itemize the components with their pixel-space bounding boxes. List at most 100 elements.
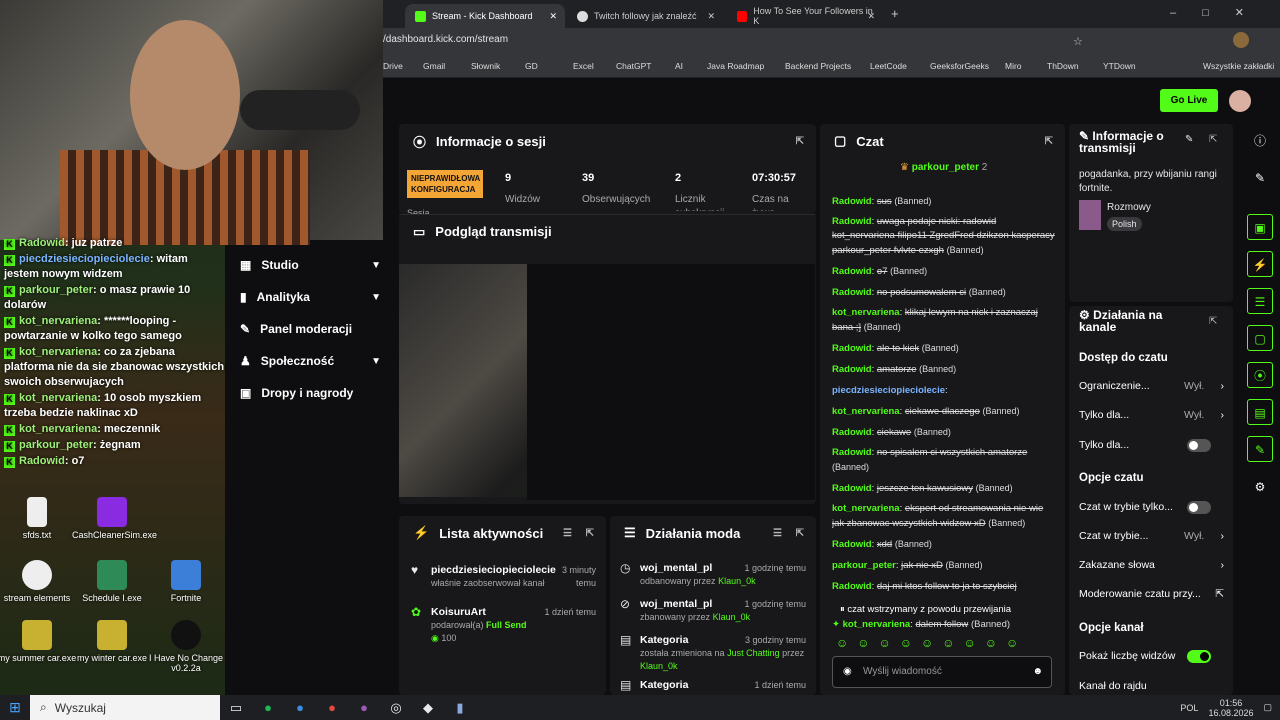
bookmark-item[interactable]: YTDown: [1103, 61, 1136, 71]
chevron-down-icon: ▼: [371, 259, 381, 271]
chevron-right-icon: ›: [1220, 530, 1225, 542]
spotify-icon[interactable]: ●: [252, 700, 284, 715]
bookmark-item[interactable]: AI: [675, 61, 683, 71]
address-bar[interactable]: /dashboard.kick.com/stream ☆: [383, 28, 1280, 56]
notification-icon[interactable]: ▢: [1263, 702, 1272, 713]
close-icon[interactable]: ✕: [707, 11, 715, 22]
bookmark-item[interactable]: GeeksforGeeks: [930, 61, 989, 71]
desktop-icon-fortnite[interactable]: Fortnite: [146, 560, 226, 603]
desktop-icon-summer-car[interactable]: my summer car.exe: [0, 620, 77, 663]
windows-taskbar: ⊞ ⌕ Wyszukaj ▭ ● ● ● ● ◎ ◆ ▮ POL 01:56 16.…: [0, 695, 1280, 720]
chrome-icon[interactable]: ●: [316, 700, 348, 715]
nav-dropy[interactable]: ▣ Dropy i nagrody: [240, 383, 385, 403]
close-icon[interactable]: ✕: [867, 11, 875, 22]
chat-paused-banner[interactable]: ⏸ czat wstrzymany z powodu przewijania: [840, 604, 1060, 615]
windows-start-icon[interactable]: ⊞: [0, 699, 30, 716]
setting-row[interactable]: Tylko dla... Wył. ›: [1079, 409, 1224, 421]
app-icon[interactable]: ●: [348, 700, 380, 715]
desktop-icon-winter-car[interactable]: my winter car.exe: [72, 620, 152, 663]
setting-row[interactable]: Moderowanie czatu przy... ⇱: [1079, 588, 1224, 600]
tab-how-to-see[interactable]: How To See Your Followers in K ✕: [727, 4, 883, 28]
status-badge: NIEPRAWIDŁOWA KONFIGURACJA: [407, 170, 483, 198]
tab-kick-dashboard[interactable]: Stream - Kick Dashboard ✕: [405, 4, 565, 28]
chat-input[interactable]: Wyślij wiadomość ◉ ☻: [832, 656, 1052, 688]
bookmark-item[interactable]: ChatGPT: [616, 61, 651, 71]
url-text[interactable]: /dashboard.kick.com/stream: [383, 34, 508, 45]
setting-row[interactable]: Zakazane słowa ›: [1079, 559, 1224, 571]
profile-icon[interactable]: [1233, 32, 1249, 48]
expand-icon[interactable]: ⇱: [796, 528, 804, 539]
panel-title: Informacje o sesji: [436, 133, 546, 149]
desktop-icon-schedule[interactable]: Schedule I.exe: [72, 560, 152, 603]
chat-icon[interactable]: ▢: [1247, 325, 1273, 351]
broadcast-icon[interactable]: ⦿: [1247, 362, 1273, 388]
expand-icon[interactable]: ⇱: [1209, 134, 1217, 145]
bookmark-item[interactable]: LeetCode: [870, 61, 907, 71]
expand-icon[interactable]: ⇱: [796, 136, 804, 147]
chat-panel: ▢ Czat ⇱ ♛ parkour_peter 2 Radowid: sus (B…: [820, 124, 1065, 695]
edge-icon[interactable]: ●: [284, 700, 316, 715]
toggle-switch[interactable]: [1187, 650, 1211, 663]
bolt-icon[interactable]: ⚡: [1247, 251, 1273, 277]
bookmark-all[interactable]: Wszystkie zakładki: [1203, 61, 1274, 71]
setting-row[interactable]: Ograniczenie... Wył. ›: [1079, 380, 1224, 392]
bookmark-item[interactable]: Miro: [1005, 61, 1022, 71]
app-icon[interactable]: ▮: [444, 700, 476, 716]
obs-icon[interactable]: ◎: [380, 700, 412, 716]
pinned-user[interactable]: ♛ parkour_peter 2: [900, 162, 987, 173]
list-icon[interactable]: ☰: [1247, 288, 1273, 314]
nav-panel-moderacji[interactable]: ✎ Panel moderacji: [240, 319, 385, 339]
edit-icon[interactable]: ✎: [1185, 134, 1193, 145]
overlay-chat-line: Kkot_nervariena: 10 osob myszkiem trzeba…: [4, 392, 202, 419]
setting-row[interactable]: Kanał do rajdu: [1079, 680, 1224, 692]
close-icon[interactable]: ✕: [549, 11, 557, 22]
expand-icon[interactable]: ⇱: [1209, 316, 1217, 327]
desktop-icon-no-change[interactable]: I Have No Change v0.2.2a: [146, 620, 226, 673]
chevron-down-icon: ▼: [371, 291, 381, 303]
setting-row[interactable]: Czat w trybie... Wył. ›: [1079, 530, 1224, 542]
browser-tab-strip: Stream - Kick Dashboard ✕ Twitch followy …: [383, 0, 1280, 28]
desktop-icon-stream-elements[interactable]: stream elements: [0, 560, 77, 603]
bookmark-item[interactable]: GD: [525, 61, 538, 71]
filter-icon[interactable]: ☰: [773, 528, 782, 539]
chat-settings-icon[interactable]: ◉: [843, 657, 852, 687]
bookmark-item[interactable]: Drive: [383, 61, 403, 71]
expand-icon[interactable]: ⇱: [1045, 136, 1053, 147]
window-controls[interactable]: –□✕: [1170, 6, 1270, 19]
bookmark-item[interactable]: Słownik: [471, 61, 500, 71]
clock[interactable]: 01:56 16.08.2026: [1208, 698, 1253, 718]
new-tab-button[interactable]: +: [891, 6, 899, 21]
info-icon[interactable]: ⓘ: [1247, 128, 1273, 154]
toggle-switch[interactable]: [1187, 501, 1211, 514]
desktop-icon-sfds[interactable]: sfds.txt: [0, 497, 77, 540]
taskbar-search[interactable]: ⌕ Wyszukaj: [30, 695, 220, 720]
go-live-button[interactable]: Go Live: [1160, 89, 1218, 112]
tab-twitch-followy[interactable]: Twitch followy jak znaleźć ✕: [567, 4, 723, 28]
gear-icon[interactable]: ⚙: [1247, 474, 1273, 500]
language-indicator[interactable]: POL: [1180, 703, 1198, 713]
emote-bar[interactable]: ☺☺☺☺☺☺☺☺☺: [836, 636, 1027, 650]
app-icon[interactable]: ◆: [412, 700, 444, 716]
panels-icon[interactable]: ▤: [1247, 399, 1273, 425]
bookmark-item[interactable]: ThDown: [1047, 61, 1079, 71]
desktop-icon-cashcleaner[interactable]: CashCleanerSim.exe: [72, 497, 157, 540]
wrench-icon[interactable]: ✎: [1247, 436, 1273, 462]
video-icon[interactable]: ▣: [1247, 214, 1273, 240]
nav-analityka[interactable]: ▮ Analityka ▼: [240, 287, 385, 307]
expand-icon[interactable]: ⇱: [586, 528, 594, 539]
bookmark-item[interactable]: Java Roadmap: [707, 61, 764, 71]
bookmark-item[interactable]: Backend Projects: [785, 61, 851, 71]
filter-icon[interactable]: ☰: [563, 528, 572, 539]
bookmark-star-icon[interactable]: ☆: [1073, 35, 1083, 48]
task-view-icon[interactable]: ▭: [220, 700, 252, 716]
stream-preview-video[interactable]: [399, 264, 815, 500]
system-tray: POL 01:56 16.08.2026 ▢: [1180, 695, 1272, 720]
nav-spolecznosc[interactable]: ♟ Społeczność ▼: [240, 351, 385, 371]
nav-studio[interactable]: ▦ Studio ▼: [240, 255, 385, 275]
toggle-switch[interactable]: [1187, 439, 1211, 452]
bookmark-item[interactable]: Gmail: [423, 61, 445, 71]
bookmark-item[interactable]: Excel: [573, 61, 594, 71]
pencil-icon[interactable]: ✎: [1247, 165, 1273, 191]
avatar[interactable]: [1229, 90, 1251, 112]
emoji-icon[interactable]: ☻: [1032, 657, 1043, 687]
